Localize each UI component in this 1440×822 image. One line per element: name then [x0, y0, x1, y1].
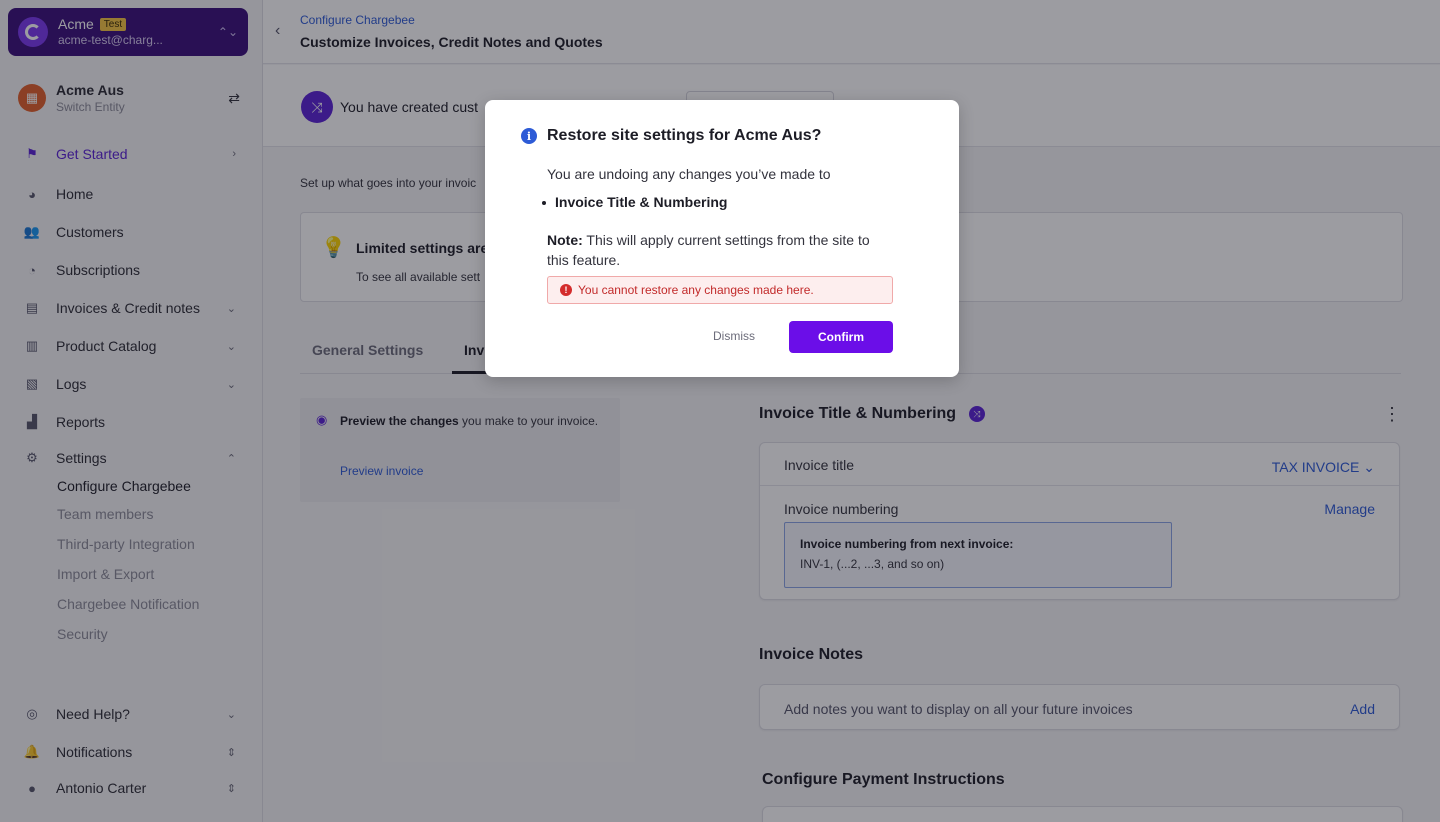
note-text: This will apply current settings from th…	[547, 232, 870, 268]
dialog-body: You are undoing any changes you’ve made …	[547, 166, 831, 182]
error-text: You cannot restore any changes made here…	[578, 283, 814, 297]
error-message: ! You cannot restore any changes made he…	[547, 276, 893, 304]
dialog-note: Note: This will apply current settings f…	[547, 230, 887, 270]
restore-settings-dialog: i Restore site settings for Acme Aus? Yo…	[485, 100, 959, 377]
dismiss-button[interactable]: Dismiss	[713, 329, 755, 343]
note-label: Note:	[547, 232, 583, 248]
info-icon: i	[521, 128, 537, 144]
error-icon: !	[560, 284, 572, 296]
confirm-button[interactable]: Confirm	[789, 321, 893, 353]
dialog-bullet-item: Invoice Title & Numbering	[541, 194, 728, 210]
dialog-title: Restore site settings for Acme Aus?	[547, 127, 822, 144]
